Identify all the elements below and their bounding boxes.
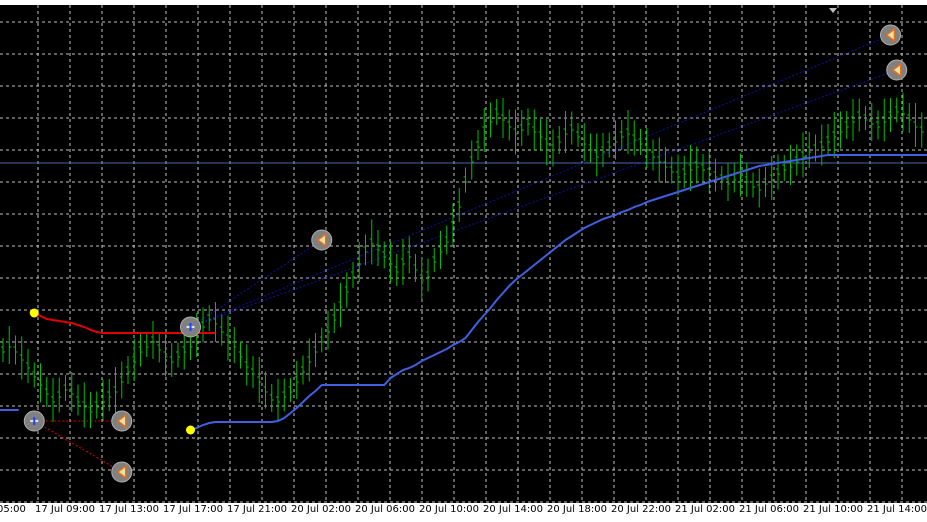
price-chart[interactable] <box>0 0 927 503</box>
indicator-lines <box>0 154 927 431</box>
time-axis-tick-label: 05:00 <box>0 504 26 515</box>
chart-window[interactable]: 05:00 17 Jul 09:00 17 Jul 13:00 17 Jul 17:0… <box>0 0 927 522</box>
trade-trendline <box>190 239 323 328</box>
trade-trendline <box>190 69 897 328</box>
signal-dot <box>29 308 39 318</box>
time-axis-tick-label: 20 Jul 06:00 <box>355 504 415 515</box>
time-axis-tick-label: 17 Jul 09:00 <box>35 504 95 515</box>
time-axis-tick-label: 20 Jul 22:00 <box>611 504 671 515</box>
time-axis-tick-label: 20 Jul 14:00 <box>483 504 543 515</box>
time-axis-tick-label: 21 Jul 14:00 <box>867 504 927 515</box>
uptrend-indicator-line <box>190 154 927 431</box>
price-bars <box>1 92 924 428</box>
time-axis-tick-label: 20 Jul 10:00 <box>419 504 479 515</box>
time-axis-tick-label: 21 Jul 06:00 <box>739 504 799 515</box>
time-axis-tick-label: 20 Jul 18:00 <box>547 504 607 515</box>
time-axis-tick-label: 21 Jul 02:00 <box>675 504 735 515</box>
time-axis-tick-label: 20 Jul 02:00 <box>291 504 351 515</box>
time-axis-tick-label: 17 Jul 17:00 <box>163 504 223 515</box>
trade-trendline <box>190 34 891 328</box>
time-axis-tick-label: 17 Jul 13:00 <box>99 504 159 515</box>
time-axis-tick-label: 17 Jul 21:00 <box>227 504 287 515</box>
time-axis-tick-label: 21 Jul 10:00 <box>803 504 863 515</box>
grid <box>0 5 927 503</box>
trade-trendline <box>33 420 123 473</box>
scroll-shift-marker-icon[interactable] <box>829 8 837 13</box>
signal-dot <box>186 425 195 435</box>
